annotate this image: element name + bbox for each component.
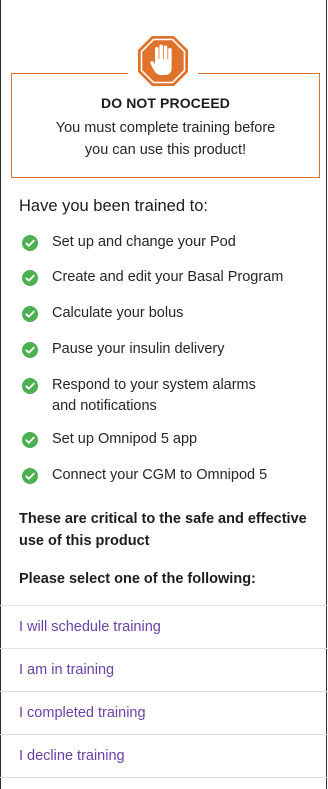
checklist-item-label: Set up and change your Pod bbox=[52, 234, 236, 250]
warning-message: You must complete training before you ca… bbox=[32, 117, 299, 161]
check-circle-icon bbox=[22, 306, 38, 322]
select-prompt: Please select one of the following: bbox=[19, 571, 256, 587]
checklist-item-label: Respond to your system alarms bbox=[52, 377, 256, 393]
checklist-item: Respond to your system alarms and notifi… bbox=[22, 375, 256, 417]
check-circle-icon bbox=[22, 378, 38, 394]
critical-note-line-2: use of this product bbox=[19, 533, 150, 549]
check-circle-icon bbox=[22, 270, 38, 286]
warning-title: DO NOT PROCEED bbox=[101, 95, 230, 111]
critical-note: These are critical to the safe and effec… bbox=[19, 508, 319, 552]
checklist-item-label: Set up Omnipod 5 app bbox=[52, 431, 198, 447]
checklist-item-label: Pause your insulin delivery bbox=[52, 341, 225, 357]
checklist-item: Set up and change your Pod bbox=[22, 232, 236, 253]
check-circle-icon bbox=[22, 432, 38, 448]
option-label: I am in training bbox=[19, 662, 115, 678]
option-label: I decline training bbox=[19, 748, 125, 764]
stop-hand-icon bbox=[138, 36, 188, 86]
check-circle-icon bbox=[22, 468, 38, 484]
checklist-item: Set up Omnipod 5 app bbox=[22, 429, 197, 450]
checklist-item: Calculate your bolus bbox=[22, 303, 183, 324]
training-heading: Have you been trained to: bbox=[19, 197, 208, 215]
option-label: I completed training bbox=[19, 705, 146, 721]
check-circle-icon bbox=[22, 342, 38, 358]
warning-message-line-2: you can use this product! bbox=[84, 142, 247, 158]
critical-note-line-1: These are critical to the safe and effec… bbox=[19, 511, 307, 527]
checklist-item: Pause your insulin delivery bbox=[22, 339, 224, 360]
option-completed-training[interactable]: I completed training bbox=[0, 691, 327, 734]
checklist-item: Connect your CGM to Omnipod 5 bbox=[22, 465, 267, 486]
option-in-training[interactable]: I am in training bbox=[0, 648, 327, 691]
checklist-item: Create and edit your Basal Program bbox=[22, 267, 283, 288]
option-decline-training[interactable]: I decline training bbox=[0, 734, 327, 778]
checklist-item-label: Create and edit your Basal Program bbox=[52, 269, 284, 285]
check-circle-icon bbox=[22, 235, 38, 251]
stop-hand-icon-container bbox=[128, 31, 198, 91]
warning-message-line-1: You must complete training before bbox=[55, 120, 276, 136]
option-label: I will schedule training bbox=[19, 619, 161, 635]
checklist-item-label-continued: and notifications bbox=[52, 398, 157, 414]
checklist-item-label: Connect your CGM to Omnipod 5 bbox=[52, 467, 268, 483]
option-schedule-training[interactable]: I will schedule training bbox=[0, 605, 327, 648]
checklist-item-label: Calculate your bolus bbox=[52, 305, 184, 321]
